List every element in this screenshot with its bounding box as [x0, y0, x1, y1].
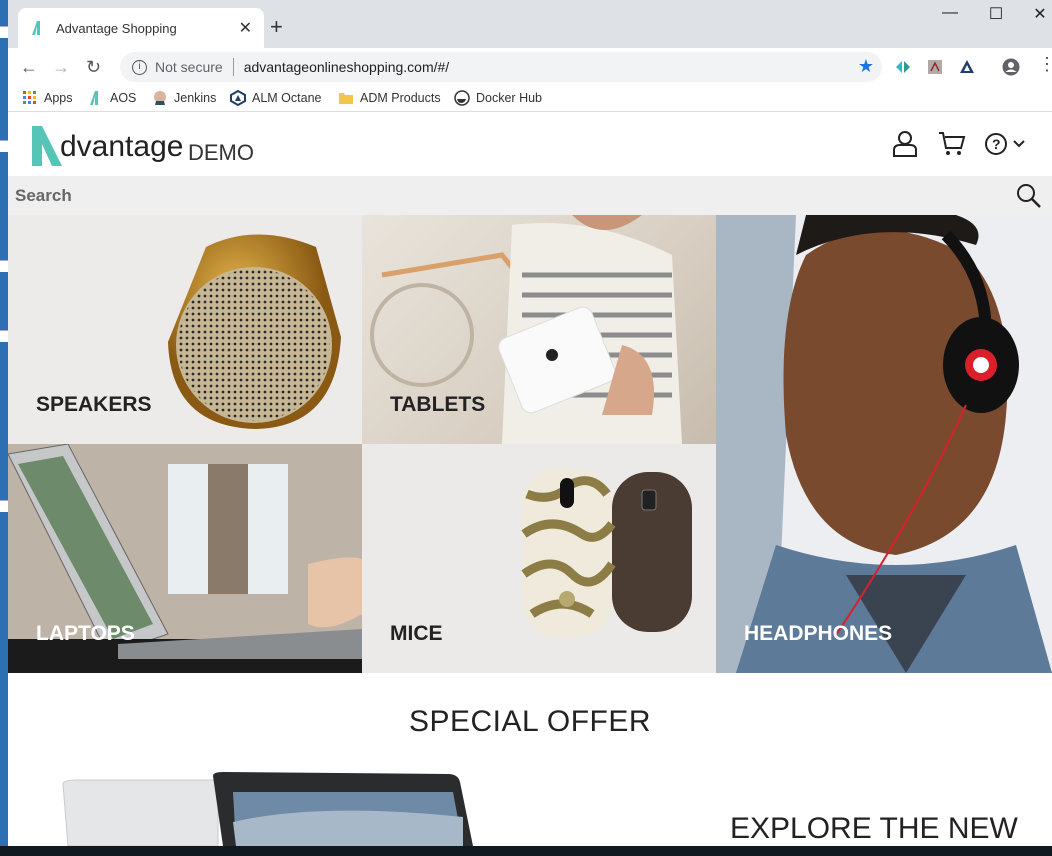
back-arrow-icon[interactable]: ← — [20, 57, 38, 78]
category-label[interactable]: MICE — [390, 622, 443, 646]
forward-arrow-icon[interactable]: → — [52, 57, 70, 78]
bookmark-label: ALM Octane — [252, 91, 322, 105]
tab-close-button[interactable]: ✕ — [239, 18, 252, 38]
speaker-product-image — [168, 234, 341, 429]
help-dropdown-icon[interactable]: ? — [984, 132, 1028, 156]
bookmark-alm-octane[interactable]: ALM Octane — [230, 90, 321, 106]
apps-grid-icon — [23, 91, 36, 104]
special-offer-laptop-image[interactable] — [58, 772, 478, 846]
shopping-cart-icon[interactable] — [938, 130, 966, 158]
address-bar[interactable]: i Not secure advantageonlineshopping.com… — [120, 52, 882, 82]
url-text[interactable]: advantageonlineshopping.com/#/ — [244, 59, 450, 75]
browser-menu-icon[interactable]: ⋮ — [1038, 54, 1052, 75]
desktop-window-edge — [0, 26, 8, 38]
explore-heading: EXPLORE THE NEW — [730, 812, 1018, 845]
octane-icon — [230, 90, 246, 106]
bookmark-aos[interactable]: AOS — [88, 90, 136, 106]
close-window-button[interactable]: ✕ — [1030, 4, 1050, 24]
docker-icon — [454, 90, 470, 106]
aos-favicon-icon — [32, 21, 40, 35]
browser-toolbar: ← → ↻ i Not secure advantageonlineshoppi… — [8, 48, 1052, 86]
site-header: dvantage DEMO ? — [8, 112, 1052, 176]
desktop-window-edge — [0, 140, 8, 152]
search-bar[interactable]: Search — [8, 176, 1052, 215]
desktop-window-edge — [0, 500, 8, 512]
bookmark-label: Apps — [44, 91, 73, 105]
bookmark-label: AOS — [110, 91, 137, 105]
maximize-button[interactable]: ☐ — [986, 4, 1006, 24]
category-tile-speakers[interactable]: SPEAKERS — [8, 215, 362, 444]
bookmark-label: Jenkins — [174, 91, 217, 105]
aos-logo-icon — [90, 91, 98, 105]
search-icon[interactable] — [1016, 183, 1042, 209]
bookmark-label: Docker Hub — [476, 91, 542, 105]
bookmark-star-icon[interactable]: ★ — [858, 56, 874, 77]
category-tile-tablets[interactable]: TABLETS — [362, 215, 716, 444]
desktop-window-edge — [0, 330, 8, 342]
category-tile-mice[interactable]: MICE — [362, 444, 716, 673]
profile-avatar-icon[interactable] — [1002, 58, 1020, 76]
bookmark-label: ADM Products — [360, 91, 441, 105]
mice-product-image — [521, 468, 692, 638]
pdf-extension-icon[interactable] — [926, 58, 944, 76]
category-tile-laptops[interactable]: LAPTOPS — [8, 444, 362, 673]
browser-tab[interactable]: Advantage Shopping ✕ — [18, 8, 264, 48]
extension-arrows-icon[interactable] — [894, 58, 912, 76]
category-label[interactable]: TABLETS — [390, 393, 485, 417]
reload-icon[interactable]: ↻ — [86, 57, 101, 78]
bookmark-docker-hub[interactable]: Docker Hub — [454, 90, 542, 106]
bookmarks-bar: Apps AOS Jenkins ALM Octane ADM Products… — [8, 86, 1052, 112]
omnibox-divider — [232, 58, 234, 76]
category-grid: SPEAKERS TABLETS HEADPHONES LAPTOPS MICE — [8, 215, 1052, 673]
search-input[interactable]: Search — [15, 186, 72, 206]
browser-window: Advantage Shopping ✕ + — ☐ ✕ ← → ↻ i Not… — [8, 0, 1052, 846]
category-label[interactable]: LAPTOPS — [36, 622, 135, 646]
logo-demo-text: DEMO — [188, 140, 254, 165]
headphones-lifestyle-image — [716, 215, 1052, 673]
desktop-background — [0, 0, 8, 856]
info-icon[interactable]: i — [132, 59, 147, 75]
bookmark-jenkins[interactable]: Jenkins — [152, 90, 216, 106]
windows-taskbar — [0, 846, 1052, 856]
logo-text[interactable]: dvantage — [60, 130, 183, 164]
user-account-icon[interactable] — [892, 130, 918, 158]
svg-text:?: ? — [992, 136, 1001, 152]
desktop-window-edge — [0, 260, 8, 272]
octane-extension-icon[interactable] — [958, 58, 976, 76]
bookmark-adm-products[interactable]: ADM Products — [338, 90, 441, 106]
tab-strip: Advantage Shopping ✕ + — ☐ ✕ — [8, 0, 1052, 48]
folder-icon — [339, 93, 353, 104]
minimize-button[interactable]: — — [940, 4, 960, 22]
new-tab-button[interactable]: + — [270, 14, 283, 40]
jenkins-icon — [154, 91, 166, 105]
special-offer-heading: SPECIAL OFFER — [408, 705, 652, 738]
security-label: Not secure — [155, 59, 223, 75]
category-tile-headphones[interactable]: HEADPHONES — [716, 215, 1052, 673]
bookmark-apps[interactable]: Apps — [22, 90, 73, 106]
category-label[interactable]: HEADPHONES — [744, 622, 892, 646]
category-label[interactable]: SPEAKERS — [36, 393, 152, 417]
tab-title: Advantage Shopping — [56, 20, 177, 36]
